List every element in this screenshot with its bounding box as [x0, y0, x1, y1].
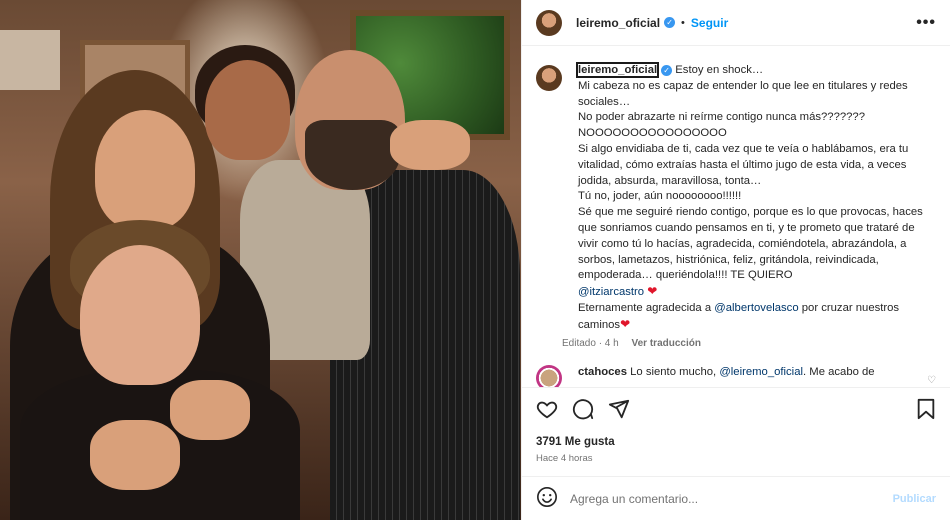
caption-avatar[interactable]	[536, 65, 562, 91]
author-username[interactable]: leiremo_oficial	[576, 16, 660, 30]
heart-emoji: ❤	[620, 316, 631, 331]
comment-body: Lo siento mucho,	[630, 365, 717, 378]
post-sidebar: leiremo_oficial ✓ • Seguir ••• leiremo_o…	[521, 0, 950, 520]
caption-meta: Editado · 4 h Ver traducción	[562, 338, 936, 349]
see-translation-link[interactable]: Ver traducción	[632, 338, 701, 349]
comment-item: ctahoces Lo siento mucho, @leiremo_ofici…	[536, 364, 936, 387]
post-header: leiremo_oficial ✓ • Seguir •••	[522, 0, 950, 46]
comment-text: ctahoces Lo siento mucho, @leiremo_ofici…	[578, 365, 875, 380]
caption-username[interactable]: leiremo_oficial	[575, 62, 660, 78]
comment-like-icon[interactable]: ♡	[927, 365, 936, 386]
comment-input[interactable]	[570, 491, 893, 506]
separator-dot: •	[681, 16, 685, 29]
comment-icon[interactable]	[572, 398, 594, 420]
publish-button[interactable]: Publicar	[893, 493, 936, 505]
post-time: Hace 4 horas	[536, 453, 593, 464]
comment-avatar[interactable]	[536, 364, 562, 387]
instagram-post: leiremo_oficial ✓ • Seguir ••• leiremo_o…	[0, 0, 950, 520]
caption-line: NOOOOOOOOOOOOOOOO	[578, 127, 727, 140]
post-actions: 3791 Me gusta Hace 4 horas	[522, 387, 950, 464]
mention-link[interactable]: @leiremo_oficial	[719, 366, 803, 378]
likes-count[interactable]: 3791 Me gusta	[536, 436, 936, 448]
follow-button[interactable]: Seguir	[691, 16, 728, 30]
verified-icon: ✓	[664, 17, 676, 28]
post-photo[interactable]	[0, 0, 521, 520]
comment-body: . Me acabo de	[803, 365, 875, 378]
bookmark-icon[interactable]	[916, 398, 936, 420]
verified-icon: ✓	[661, 64, 673, 76]
comment-composer: Publicar	[522, 476, 950, 520]
caption: leiremo_oficial ✓ Estoy en shock… Mi cabe…	[536, 62, 936, 349]
caption-line: No poder abrazarte ni reírme contigo nun…	[578, 111, 865, 124]
heart-emoji: ❤	[647, 284, 658, 299]
caption-line: Sé que me seguiré riendo contigo, porque…	[578, 206, 923, 282]
share-icon[interactable]	[608, 398, 630, 420]
mention-link[interactable]: @itziarcastro	[578, 286, 644, 298]
emoji-icon[interactable]	[536, 486, 558, 511]
caption-line: Eternamente agradecida a	[578, 301, 712, 314]
caption-line: Estoy en shock…	[675, 64, 764, 76]
caption-line: Mi cabeza no es capaz de entender lo que…	[578, 79, 908, 108]
caption-text: leiremo_oficial ✓ Estoy en shock… Mi cabe…	[575, 62, 936, 334]
comments-section[interactable]: leiremo_oficial ✓ Estoy en shock… Mi cabe…	[522, 47, 950, 387]
caption-line: Tú no, joder, aún noooooooo!!!!!!	[578, 190, 742, 203]
avatar[interactable]	[536, 9, 562, 36]
like-icon[interactable]	[536, 398, 558, 420]
comment-username[interactable]: ctahoces	[578, 366, 627, 378]
caption-line: Si algo envidiaba de ti, cada vez que te…	[578, 142, 909, 187]
mention-link[interactable]: @albertovelasco	[714, 302, 798, 314]
more-options-icon[interactable]: •••	[916, 14, 936, 32]
edited-time: Editado · 4 h	[562, 337, 619, 349]
